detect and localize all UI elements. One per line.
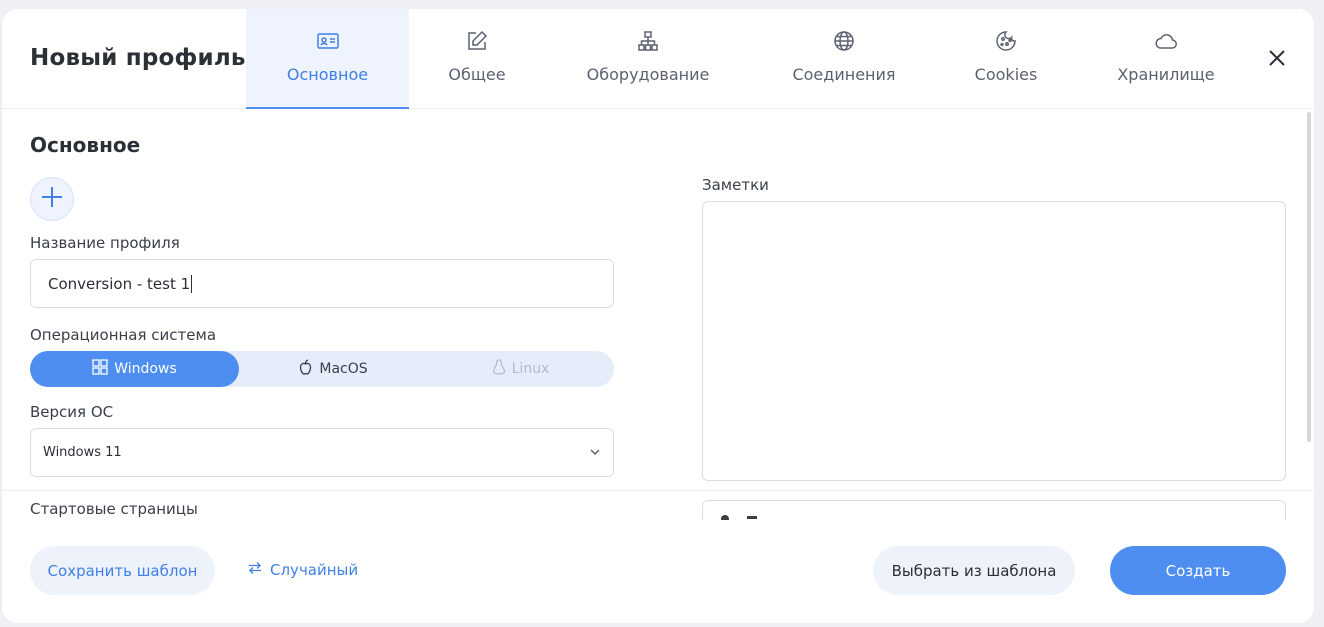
tab-label: Соединения — [792, 65, 896, 84]
apple-icon — [298, 358, 313, 380]
dialog-header: Новый профиль Основное Общее Оборудовани… — [2, 9, 1314, 109]
os-version-value: Windows 11 — [43, 445, 122, 460]
os-version-select[interactable]: Windows 11 — [30, 428, 614, 477]
close-icon — [1268, 49, 1286, 71]
os-option-macos[interactable]: MacOS — [239, 351, 427, 387]
create-button[interactable]: Создать — [1110, 546, 1286, 595]
os-option-label: Linux — [511, 361, 550, 377]
id-card-icon — [316, 29, 340, 53]
random-label: Случайный — [270, 561, 359, 579]
tab-label: Общее — [448, 65, 506, 84]
os-label: Операционная система — [30, 326, 217, 344]
tab-label: Оборудование — [586, 65, 710, 84]
choose-template-button[interactable]: Выбрать из шаблона — [873, 546, 1075, 595]
os-version-label: Версия ОС — [30, 403, 114, 421]
add-avatar-button[interactable] — [30, 177, 74, 221]
scrollbar[interactable] — [1307, 112, 1311, 442]
section-title: Основное — [30, 133, 141, 157]
shuffle-icon — [248, 561, 262, 579]
globe-icon — [832, 29, 856, 53]
tab-label: Cookies — [974, 65, 1038, 84]
notes-textarea[interactable] — [702, 201, 1286, 481]
os-option-windows[interactable]: Windows — [30, 351, 239, 387]
plus-icon — [40, 185, 64, 213]
os-option-linux[interactable]: Linux — [427, 351, 614, 387]
tab-label: Основное — [286, 65, 369, 84]
close-button[interactable] — [1264, 47, 1290, 73]
edit-icon — [465, 29, 489, 53]
new-profile-dialog: Новый профиль Основное Общее Оборудовани… — [2, 9, 1314, 623]
profile-name-value: Conversion - test 1 — [48, 274, 191, 293]
start-pages-label: Стартовые страницы — [30, 500, 198, 518]
linux-icon — [492, 359, 506, 379]
tab-connections[interactable]: Соединения — [751, 9, 937, 109]
divider — [2, 490, 1314, 491]
profile-name-label: Название профиля — [30, 234, 180, 252]
os-option-label: Windows — [114, 361, 177, 377]
profile-name-input[interactable]: Conversion - test 1 — [30, 259, 614, 308]
text-caret — [191, 274, 193, 293]
tab-basic[interactable]: Основное — [246, 9, 409, 109]
cookie-icon — [994, 29, 1018, 53]
tab-label: Хранилище — [1117, 65, 1215, 84]
partially-visible-field[interactable] — [702, 500, 1286, 520]
dialog-title: Новый профиль — [30, 45, 246, 71]
tab-storage[interactable]: Хранилище — [1075, 9, 1257, 109]
tab-general[interactable]: Общее — [409, 9, 545, 109]
tab-hardware[interactable]: Оборудование — [545, 9, 751, 109]
dialog-footer: Сохранить шаблон Выбрать из шаблона Созд… — [2, 520, 1314, 623]
chevron-down-icon — [589, 445, 601, 460]
tab-cookies[interactable]: Cookies — [937, 9, 1075, 109]
save-template-button[interactable]: Сохранить шаблон — [30, 546, 215, 595]
random-button[interactable]: Случайный — [248, 561, 358, 579]
hierarchy-icon — [636, 29, 660, 53]
notes-label: Заметки — [702, 176, 769, 194]
cloud-icon — [1154, 29, 1178, 53]
field-text-fragment — [747, 516, 757, 519]
tab-bar: Основное Общее Оборудование Соединения C… — [246, 9, 1257, 109]
os-option-label: MacOS — [319, 361, 368, 377]
os-selector: Windows MacOS Linux — [30, 351, 614, 387]
windows-icon — [92, 359, 108, 379]
